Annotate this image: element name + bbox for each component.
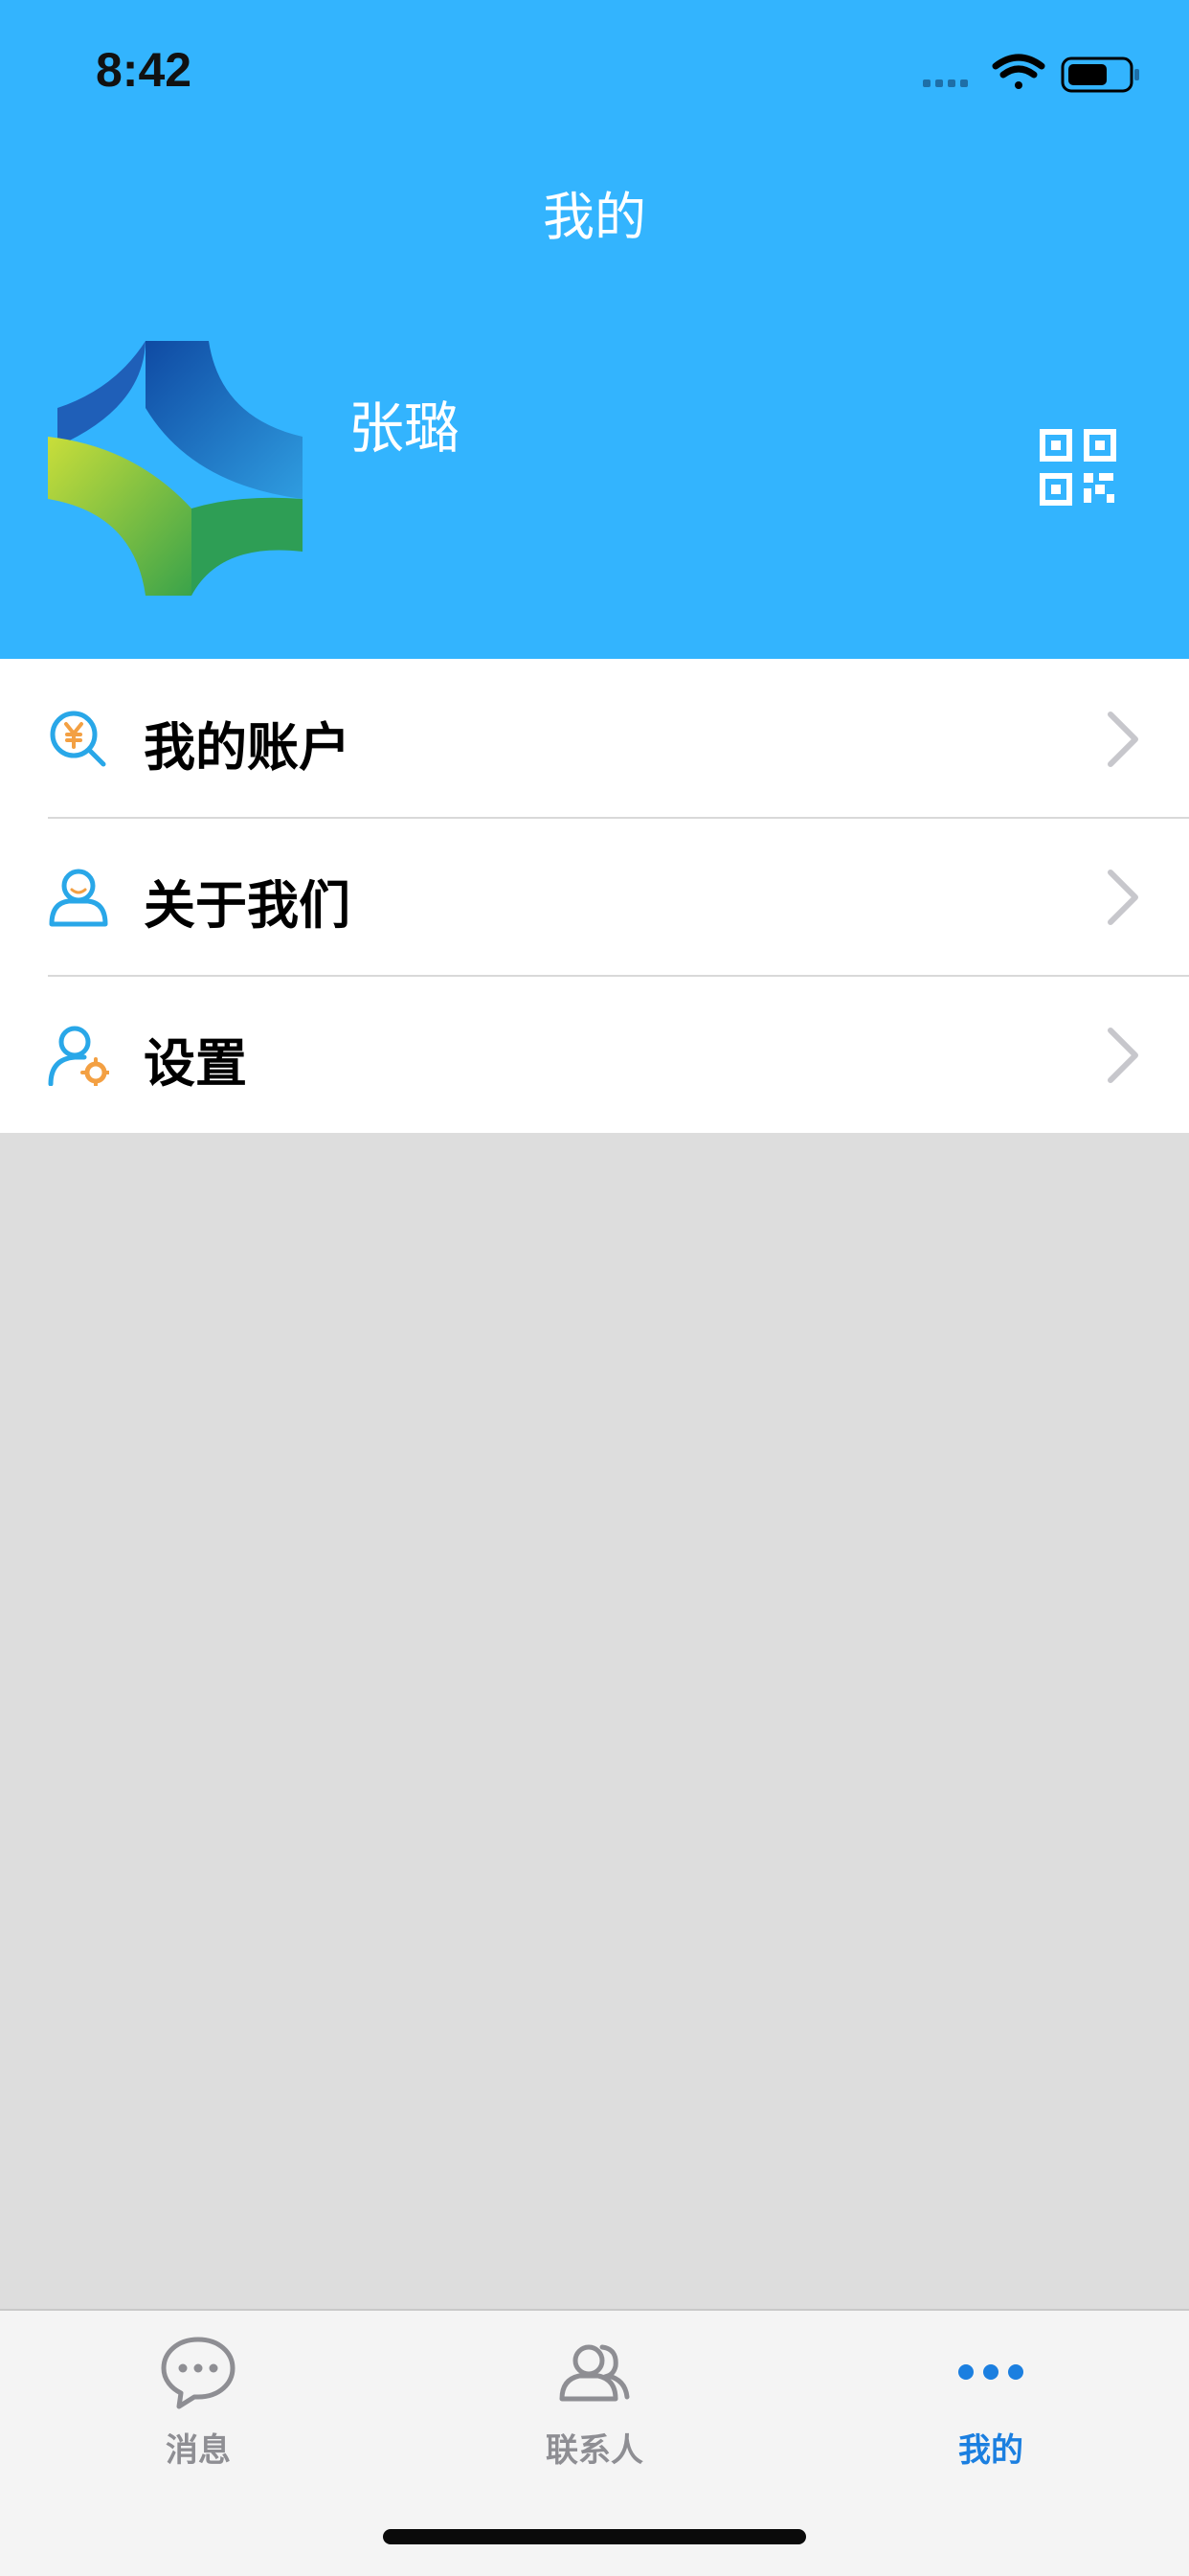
status-indicators — [923, 54, 1139, 93]
menu-item-settings[interactable]: 设置 — [0, 975, 1189, 1133]
user-settings-icon — [48, 1026, 109, 1086]
menu-item-label: 我的账户 — [144, 717, 350, 778]
tab-contacts[interactable]: 联系人 — [396, 2311, 793, 2512]
tab-me[interactable]: 我的 — [793, 2311, 1189, 2512]
status-time: 8:42 — [96, 43, 192, 97]
page-title: 我的 — [543, 187, 646, 247]
tab-messages[interactable]: 消息 — [0, 2311, 396, 2512]
more-dots-icon — [958, 2364, 1023, 2380]
wifi-icon — [992, 54, 1045, 89]
contacts-icon — [559, 2344, 630, 2402]
menu-item-label: 设置 — [144, 1033, 247, 1094]
menu-item-label: 关于我们 — [144, 875, 350, 936]
account-search-icon — [50, 711, 106, 767]
home-indicator — [383, 2529, 806, 2544]
chevron-right-icon — [1108, 1028, 1138, 1083]
chevron-right-icon — [1108, 870, 1138, 925]
menu-list: 我的账户 关于我们 设置 — [0, 659, 1189, 1133]
avatar[interactable] — [48, 341, 303, 596]
battery-icon — [1061, 56, 1139, 93]
tab-label: 消息 — [166, 2431, 231, 2470]
chevron-right-icon — [1108, 712, 1138, 767]
user-icon — [49, 869, 108, 927]
user-name[interactable]: 张璐 — [348, 383, 460, 463]
menu-item-about-us[interactable]: 关于我们 — [0, 817, 1189, 975]
tab-label: 我的 — [958, 2431, 1023, 2470]
profile-header: 8:42 我的 张璐 — [0, 0, 1189, 659]
menu-item-my-account[interactable]: 我的账户 — [0, 659, 1189, 817]
cellular-signal-icon — [923, 79, 968, 87]
tab-label: 联系人 — [546, 2431, 643, 2470]
qr-code-icon[interactable] — [1040, 429, 1116, 506]
chat-bubble-icon — [161, 2337, 236, 2409]
